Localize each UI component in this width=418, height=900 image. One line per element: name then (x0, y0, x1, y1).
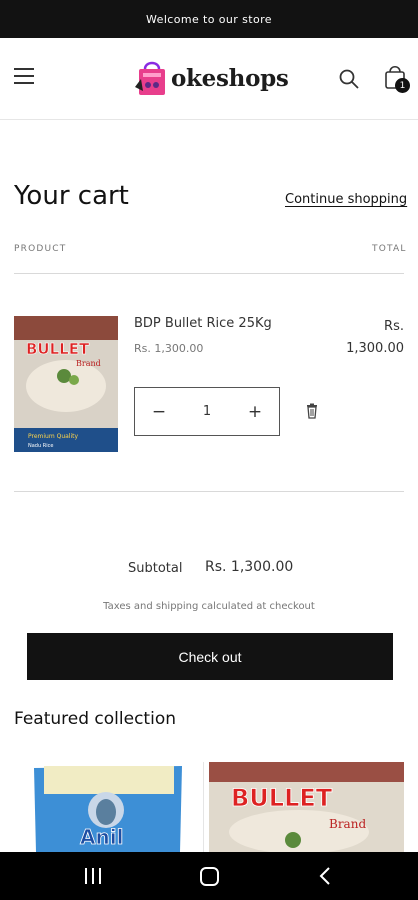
column-header-product: PRODUCT (14, 244, 67, 254)
announcement-text: Welcome to our store (146, 12, 272, 26)
decrease-quantity-button[interactable]: − (149, 402, 169, 422)
shopping-bag-logo-icon (135, 61, 165, 95)
line-total-amount: 1,300.00 (346, 341, 404, 356)
divider (14, 491, 404, 492)
home-icon[interactable] (200, 867, 219, 886)
card-brand-text: Anil (80, 825, 123, 849)
line-total-currency: Rs. (384, 319, 404, 334)
featured-product-card[interactable]: BULLET Brand (209, 762, 404, 852)
logo-text: okeshops (171, 64, 289, 92)
continue-shopping-link[interactable]: Continue shopping (285, 192, 407, 207)
store-logo[interactable]: okeshops (133, 56, 289, 100)
tax-note: Taxes and shipping calculated at checkou… (103, 601, 315, 612)
card-divider (203, 762, 204, 852)
product-image[interactable]: BULLET Brand Premium Quality Nadu Rice (14, 316, 118, 452)
product-name-link[interactable]: BDP Bullet Rice 25Kg (134, 316, 272, 331)
image-brand-text: BULLET (26, 340, 90, 358)
site-header: okeshops 1 (0, 38, 418, 120)
featured-collection-title: Featured collection (14, 709, 176, 729)
menu-icon[interactable] (14, 68, 36, 86)
recent-apps-icon[interactable] (84, 868, 102, 884)
product-unit-price: Rs. 1,300.00 (134, 342, 204, 355)
card-sub-text: Brand (329, 817, 366, 831)
system-nav-bar (0, 852, 418, 900)
back-icon[interactable] (318, 866, 332, 886)
checkout-button[interactable]: Check out (27, 633, 393, 680)
trash-icon[interactable] (304, 403, 320, 419)
card-brand-text: BULLET (231, 784, 333, 812)
image-tag-text: Premium Quality (28, 433, 78, 440)
image-sub-text: Brand (76, 359, 101, 368)
column-header-total: TOTAL (372, 244, 407, 254)
image-tag-text: Nadu Rice (28, 443, 53, 449)
quantity-stepper: − 1 + (134, 387, 280, 436)
page-title: Your cart (14, 181, 129, 211)
announcement-bar: Welcome to our store (0, 0, 418, 38)
subtotal-value: Rs. 1,300.00 (205, 559, 294, 575)
quantity-value[interactable]: 1 (203, 404, 211, 419)
subtotal-label: Subtotal (128, 561, 183, 576)
divider (14, 273, 404, 274)
increase-quantity-button[interactable]: + (245, 402, 265, 422)
search-icon[interactable] (338, 68, 360, 90)
featured-product-card[interactable]: Anil (14, 762, 199, 852)
cart-count-badge: 1 (395, 78, 410, 93)
